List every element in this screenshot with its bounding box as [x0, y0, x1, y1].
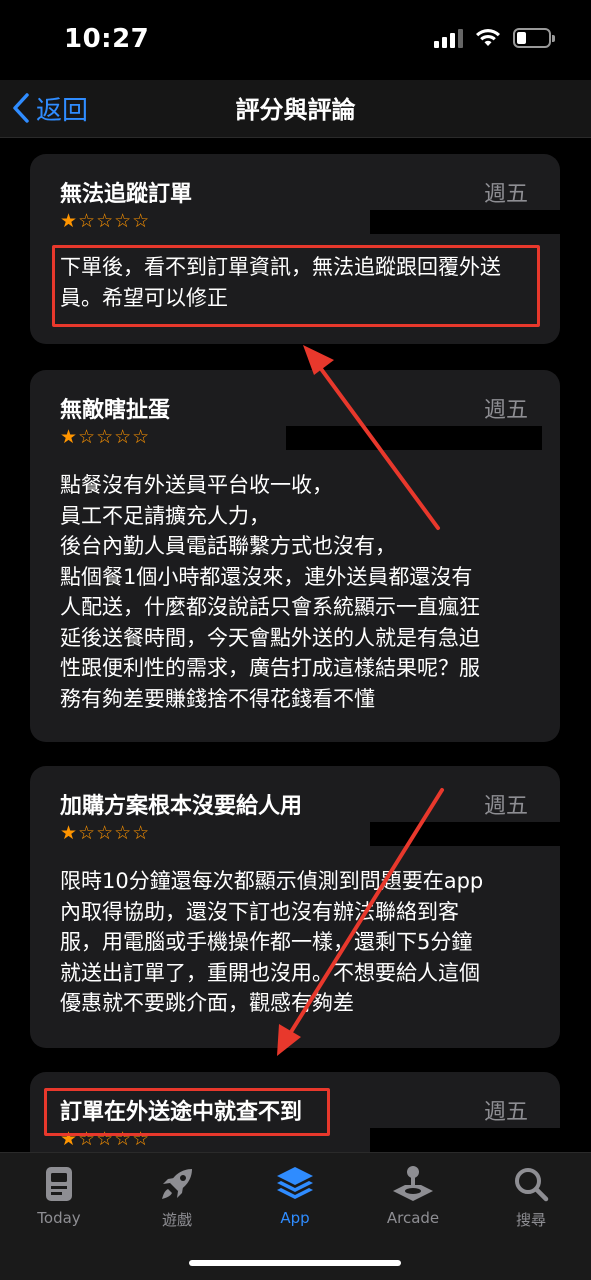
highlight-box-review-title — [44, 1088, 330, 1136]
tab-label: 搜尋 — [515, 1211, 546, 1229]
tab-today[interactable]: Today — [14, 1165, 104, 1227]
highlight-box-review-body — [52, 245, 540, 327]
review-date: 週五 — [483, 794, 528, 819]
tab-label: App — [280, 1209, 310, 1227]
search-icon — [515, 1168, 549, 1202]
review-title: 加購方案根本沒要給人用 — [60, 794, 303, 819]
review-card[interactable]: 無敵瞎扯蛋 週五 ★☆☆☆☆ 點餐沒有外送員平台收一收， 員工不足請擴充人力， … — [30, 370, 560, 742]
tab-label: Arcade — [386, 1209, 440, 1227]
navigation-bar: 返回 評分與評論 — [0, 80, 591, 138]
status-icons — [434, 28, 555, 48]
review-date: 週五 — [483, 398, 528, 423]
review-card[interactable]: 加購方案根本沒要給人用 週五 ★☆☆☆☆ 限時10分鐘還每次都顯示偵測到問題要在… — [30, 766, 560, 1048]
status-time: 10:27 — [64, 24, 150, 54]
tab-search[interactable]: 搜尋 — [486, 1165, 576, 1230]
battery-icon — [513, 28, 555, 48]
tab-games[interactable]: 遊戲 — [132, 1165, 222, 1230]
review-title: 無法追蹤訂單 — [60, 182, 193, 207]
review-date: 週五 — [483, 1100, 528, 1125]
star-rating: ★☆☆☆☆ — [60, 426, 151, 448]
review-body: 點餐沒有外送員平台收一收， 員工不足請擴充人力， 後台內勤人員電話聯繫方式也沒有… — [60, 473, 480, 711]
tab-apps[interactable]: App — [250, 1165, 340, 1227]
redacted-username — [370, 210, 560, 234]
tab-arcade[interactable]: Arcade — [368, 1165, 458, 1227]
today-icon — [46, 1167, 72, 1201]
star-rating: ★☆☆☆☆ — [60, 210, 151, 232]
page-title: 評分與評論 — [235, 96, 356, 124]
home-indicator[interactable] — [189, 1260, 401, 1266]
tab-label: Today — [37, 1209, 81, 1227]
cellular-signal-icon — [434, 28, 463, 48]
reviews-list[interactable]: 無法追蹤訂單 週五 ★☆☆☆☆ 下單後，看不到訂單資訊，無法追蹤跟回覆外送員。希… — [0, 138, 591, 1152]
wifi-icon — [476, 29, 500, 46]
review-date: 週五 — [483, 182, 528, 207]
tab-label: 遊戲 — [161, 1211, 192, 1229]
redacted-username — [370, 822, 560, 846]
review-title: 無敵瞎扯蛋 — [60, 398, 171, 423]
status-bar: 10:27 — [0, 0, 591, 80]
redacted-username — [286, 426, 542, 450]
star-rating: ★☆☆☆☆ — [60, 822, 151, 844]
review-body: 限時10分鐘還每次都顯示偵測到問題要在app 內取得協助，還沒下訂也沒有辦法聯絡… — [60, 869, 484, 1015]
redacted-username — [370, 1128, 560, 1152]
layers-icon — [277, 1167, 313, 1199]
joystick-icon — [393, 1166, 433, 1201]
rocket-icon — [162, 1169, 192, 1199]
